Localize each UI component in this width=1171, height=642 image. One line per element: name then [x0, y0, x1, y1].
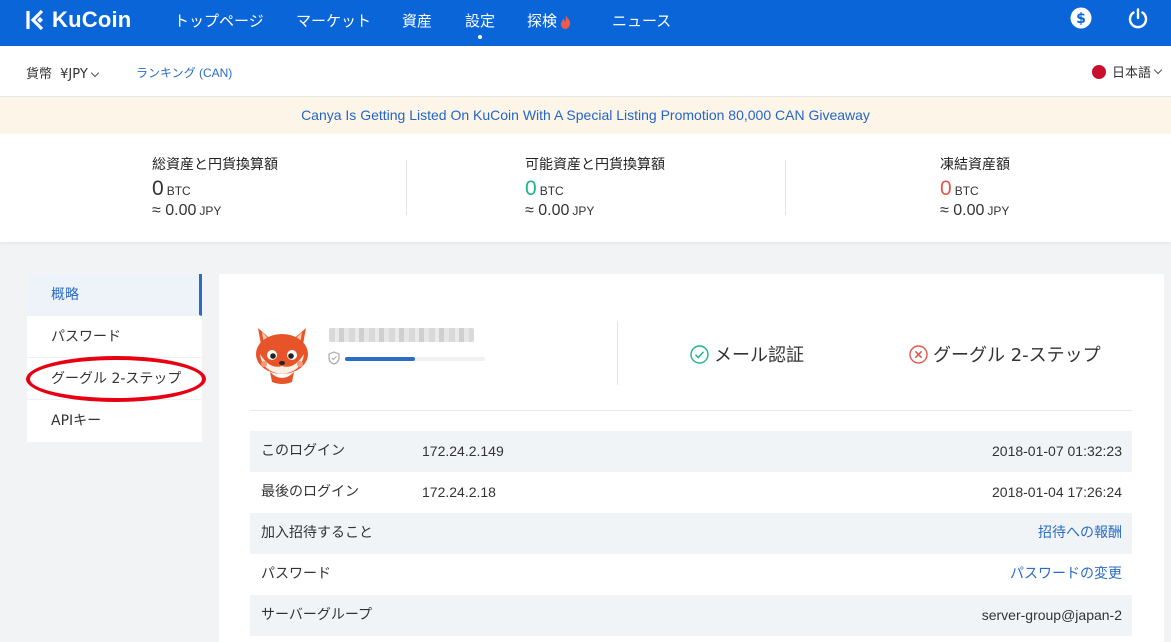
invite-reward-link[interactable]: 招待への報酬: [1038, 513, 1122, 554]
row-label: 加入招待すること: [261, 525, 373, 541]
japan-flag-icon: [1091, 64, 1106, 79]
svg-text:$: $: [1076, 11, 1086, 27]
announcement-text[interactable]: Canya Is Getting Listed On KuCoin With A…: [301, 107, 870, 123]
email-verification-label: メール認証: [714, 345, 804, 366]
nav-explore[interactable]: 探検: [527, 10, 571, 31]
fire-icon: [560, 14, 571, 29]
summary-unit: BTC: [954, 184, 979, 198]
total-assets: 総資産と円貨換算額 0 BTC ≈ 0.00 JPY: [152, 154, 278, 220]
summary-approx-unit: JPY: [987, 204, 1010, 218]
nav-news[interactable]: ニュース: [612, 10, 671, 31]
server-group-value: server-group@japan-2: [981, 607, 1122, 623]
currency-value: ¥JPY: [60, 67, 88, 82]
divider: [250, 410, 1132, 411]
top-nav: KuCoin トップページ マーケット 資産 設定 探検 ニュース $: [0, 0, 1171, 46]
x-circle-icon: [909, 344, 928, 364]
info-row-password: パスワード パスワードの変更: [250, 554, 1132, 595]
summary-approx-unit: JPY: [199, 204, 222, 218]
row-timestamp: 2018-01-07 01:32:23: [992, 443, 1122, 459]
frozen-assets: 凍結資産額 0 BTC ≈ 0.00 JPY: [940, 154, 1010, 220]
summary-unit: BTC: [166, 184, 191, 198]
row-label: 最後のログイン: [261, 484, 359, 500]
summary-approx: ≈ 0.00: [940, 202, 985, 219]
asset-summary: 総資産と円貨換算額 0 BTC ≈ 0.00 JPY 可能資産と円貨換算額 0 BTC…: [0, 134, 1171, 242]
ranking-link[interactable]: ランキング (CAN): [136, 64, 232, 81]
dollar-icon[interactable]: $: [1070, 7, 1092, 29]
divider: [406, 160, 407, 215]
summary-label: 可能資産と円貨換算額: [525, 157, 665, 173]
sidebar-item-overview[interactable]: 概略: [27, 274, 202, 316]
summary-value: 0: [940, 177, 952, 200]
google-2step-status[interactable]: グーグル 2-ステップ: [909, 341, 1101, 367]
username-blurred: [329, 328, 474, 342]
power-icon[interactable]: [1127, 7, 1149, 29]
summary-unit: BTC: [539, 184, 564, 198]
shield-icon: [328, 351, 340, 365]
summary-value: 0: [525, 177, 537, 200]
nav-market[interactable]: マーケット: [296, 10, 371, 31]
nav-settings-label: 設定: [465, 12, 496, 30]
row-timestamp: 2018-01-04 17:26:24: [992, 484, 1122, 500]
change-password-link[interactable]: パスワードの変更: [1010, 554, 1122, 595]
summary-approx: ≈ 0.00: [525, 202, 570, 219]
security-level-fill: [345, 357, 415, 361]
nav-settings[interactable]: 設定: [465, 10, 496, 39]
summary-approx-unit: JPY: [572, 204, 595, 218]
summary-value: 0: [152, 177, 164, 200]
currency-selector[interactable]: 貨幣 ¥JPY: [26, 63, 100, 82]
security-level-bar: [345, 357, 485, 361]
nav-assets[interactable]: 資産: [402, 10, 432, 31]
divider: [785, 160, 786, 215]
announcement-banner[interactable]: Canya Is Getting Listed On KuCoin With A…: [0, 97, 1171, 134]
language-label: 日本語: [1111, 66, 1151, 81]
divider: [617, 322, 618, 385]
row-label: サーバーグループ: [261, 607, 373, 623]
language-selector[interactable]: 日本語: [1091, 62, 1163, 81]
info-row-this-login: このログイン 172.24.2.149 2018-01-07 01:32:23: [250, 431, 1132, 472]
brand-name: KuCoin: [52, 7, 132, 32]
available-assets: 可能資産と円貨換算額 0 BTC ≈ 0.00 JPY: [525, 154, 665, 220]
chevron-down-icon: [1153, 65, 1163, 74]
summary-approx: ≈ 0.00: [152, 202, 197, 219]
active-indicator-dot: [478, 35, 482, 39]
nav-home[interactable]: トップページ: [174, 10, 264, 31]
google-2step-label: グーグル 2-ステップ: [933, 345, 1101, 366]
fox-avatar-icon: [256, 328, 308, 384]
info-row-last-login: 最後のログイン 172.24.2.18 2018-01-04 17:26:24: [250, 472, 1132, 513]
row-label: このログイン: [261, 443, 345, 459]
sub-bar: 貨幣 ¥JPY ランキング (CAN) 日本語: [0, 46, 1171, 97]
sidebar-item-password[interactable]: パスワード: [27, 316, 202, 358]
info-row-server-group: サーバーグループ server-group@japan-2: [250, 595, 1132, 636]
summary-label: 総資産と円貨換算額: [152, 157, 278, 173]
info-row-invite: 加入招待すること 招待への報酬: [250, 513, 1132, 554]
row-ip: 172.24.2.149: [422, 443, 504, 459]
red-highlight-ellipse: [26, 356, 206, 402]
check-circle-icon: [690, 344, 709, 364]
sidebar-item-api-key[interactable]: APIキー: [27, 400, 202, 442]
kucoin-logo-icon: [26, 9, 44, 31]
chevron-down-icon: [90, 68, 100, 78]
summary-label: 凍結資産額: [940, 157, 1010, 173]
overview-panel: メール認証 グーグル 2-ステップ このログイン 172.24.2.149 20…: [219, 274, 1164, 642]
row-ip: 172.24.2.18: [422, 484, 496, 500]
row-label: パスワード: [261, 566, 331, 582]
kucoin-logo[interactable]: KuCoin: [24, 6, 131, 34]
email-verification-status[interactable]: メール認証: [690, 341, 804, 367]
currency-label: 貨幣: [26, 67, 53, 82]
nav-explore-label: 探検: [527, 12, 558, 30]
